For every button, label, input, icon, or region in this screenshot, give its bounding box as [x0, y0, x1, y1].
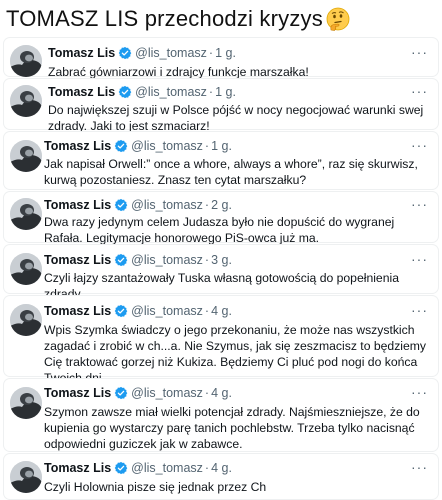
author-name[interactable]: Tomasz Lis: [48, 85, 115, 99]
verified-badge-icon: [114, 139, 128, 153]
verified-badge-icon: [114, 386, 128, 400]
timestamp[interactable]: 3 g.: [211, 253, 232, 267]
avatar[interactable]: [10, 304, 42, 336]
verified-badge-icon: [114, 198, 128, 212]
author-name[interactable]: Tomasz Lis: [44, 304, 111, 318]
tweet-header: Tomasz Lis @lis_tomasz · 2 g.: [44, 197, 232, 213]
timestamp[interactable]: 4 g.: [211, 386, 232, 400]
verified-badge-icon: [114, 304, 128, 318]
more-options-icon[interactable]: ···: [411, 45, 428, 59]
tweet-header: Tomasz Lis @lis_tomasz · 1 g.: [44, 138, 232, 154]
separator-dot: ·: [204, 461, 210, 475]
author-handle[interactable]: @lis_tomasz: [131, 253, 203, 267]
separator-dot: ·: [204, 304, 210, 318]
avatar[interactable]: [10, 45, 42, 77]
separator-dot: ·: [204, 386, 210, 400]
timestamp[interactable]: 4 g.: [211, 461, 232, 475]
headline: TOMASZ LIS przechodzi kryzys: [0, 0, 442, 38]
separator-dot: ·: [208, 85, 214, 99]
tweet-card[interactable]: Tomasz Lis @lis_tomasz · 4 g. ··· Czyli …: [4, 454, 438, 499]
author-name[interactable]: Tomasz Lis: [44, 198, 111, 212]
avatar[interactable]: [10, 461, 42, 493]
timestamp[interactable]: 1 g.: [215, 46, 236, 60]
more-options-icon[interactable]: ···: [411, 84, 428, 98]
more-options-icon[interactable]: ···: [411, 197, 428, 211]
avatar[interactable]: [10, 387, 42, 419]
separator-dot: ·: [204, 198, 210, 212]
separator-dot: ·: [208, 46, 214, 60]
tweet-card[interactable]: Tomasz Lis @lis_tomasz · 3 g. ··· Czyli …: [4, 245, 438, 301]
more-options-icon[interactable]: ···: [411, 138, 428, 152]
author-name[interactable]: Tomasz Lis: [44, 253, 111, 267]
tweet-card[interactable]: Tomasz Lis @lis_tomasz · 1 g. ··· Zabrać…: [4, 38, 438, 79]
author-handle[interactable]: @lis_tomasz: [135, 85, 207, 99]
thinking-face-icon: [325, 6, 351, 32]
tweet-header: Tomasz Lis @lis_tomasz · 1 g.: [48, 45, 236, 61]
author-name[interactable]: Tomasz Lis: [44, 461, 111, 475]
avatar[interactable]: [10, 85, 42, 117]
verified-badge-icon: [118, 85, 132, 99]
tweet-text: Wpis Szymka świadczy o jego przekonaniu,…: [44, 323, 427, 385]
tweet-card[interactable]: Tomasz Lis @lis_tomasz · 4 g. ··· Szymon…: [4, 379, 438, 451]
verified-badge-icon: [114, 253, 128, 267]
tweet-header: Tomasz Lis @lis_tomasz · 1 g.: [48, 84, 236, 100]
timestamp[interactable]: 1 g.: [211, 139, 232, 153]
timestamp[interactable]: 1 g.: [215, 85, 236, 99]
more-options-icon[interactable]: ···: [411, 460, 428, 474]
more-options-icon[interactable]: ···: [411, 252, 428, 266]
author-handle[interactable]: @lis_tomasz: [131, 198, 203, 212]
author-name[interactable]: Tomasz Lis: [48, 46, 115, 60]
more-options-icon[interactable]: ···: [411, 303, 428, 317]
tweet-text: Dwa razy jedynym celem Judasza było nie …: [44, 215, 395, 245]
tweet-card[interactable]: Tomasz Lis @lis_tomasz · 4 g. ··· Wpis S…: [4, 296, 438, 385]
tweet-text: Zabrać gówniarzowi i zdrajcy funkcje mar…: [48, 65, 309, 79]
tweet-header: Tomasz Lis @lis_tomasz · 4 g.: [44, 303, 232, 319]
timestamp[interactable]: 4 g.: [211, 304, 232, 318]
tweet-text: Czyli Holownia pisze się jednak przez Ch: [44, 480, 267, 494]
author-name[interactable]: Tomasz Lis: [44, 386, 111, 400]
author-handle[interactable]: @lis_tomasz: [131, 386, 203, 400]
tweet-text: Do największej szuji w Polsce pójść w no…: [48, 103, 424, 133]
verified-badge-icon: [114, 461, 128, 475]
separator-dot: ·: [204, 139, 210, 153]
tweet-feed: Tomasz Lis @lis_tomasz · 1 g. ··· Zabrać…: [0, 38, 442, 499]
author-handle[interactable]: @lis_tomasz: [135, 46, 207, 60]
tweet-text: Szymon zawsze miał wielki potencjał zdra…: [44, 405, 420, 451]
separator-dot: ·: [204, 253, 210, 267]
tweet-card[interactable]: Tomasz Lis @lis_tomasz · 2 g. ··· Dwa ra…: [4, 192, 438, 245]
tweet-card[interactable]: Tomasz Lis @lis_tomasz · 1 g. ··· Jak na…: [4, 132, 438, 189]
headline-text: TOMASZ LIS przechodzi kryzys: [6, 6, 323, 31]
author-handle[interactable]: @lis_tomasz: [131, 461, 203, 475]
avatar[interactable]: [10, 253, 42, 285]
timestamp[interactable]: 2 g.: [211, 198, 232, 212]
avatar[interactable]: [10, 140, 42, 172]
tweet-text: Jak napisał Orwell:” once a whore, alway…: [44, 157, 418, 187]
avatar[interactable]: [10, 198, 42, 230]
tweet-header: Tomasz Lis @lis_tomasz · 3 g.: [44, 252, 232, 268]
verified-badge-icon: [118, 46, 132, 60]
more-options-icon[interactable]: ···: [411, 385, 428, 399]
tweet-header: Tomasz Lis @lis_tomasz · 4 g.: [44, 385, 232, 401]
author-handle[interactable]: @lis_tomasz: [131, 139, 203, 153]
author-name[interactable]: Tomasz Lis: [44, 139, 111, 153]
author-handle[interactable]: @lis_tomasz: [131, 304, 203, 318]
tweet-header: Tomasz Lis @lis_tomasz · 4 g.: [44, 460, 232, 476]
tweet-card[interactable]: Tomasz Lis @lis_tomasz · 1 g. ··· Do naj…: [4, 79, 438, 133]
